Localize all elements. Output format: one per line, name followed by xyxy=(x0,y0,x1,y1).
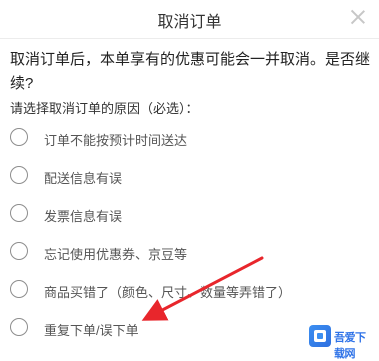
radio-button[interactable] xyxy=(10,318,28,336)
reason-option-wrong-item[interactable]: 商品买错了（颜色、尺寸、数量等弄错了） xyxy=(8,274,368,308)
reason-label: 商品买错了（颜色、尺寸、数量等弄错了） xyxy=(44,285,292,300)
reason-label: 订单不能按预计时间送达 xyxy=(44,133,188,148)
confirm-message: 取消订单后，本单享有的优惠可能会一并取消。是否继续? xyxy=(10,51,371,92)
radio-button[interactable] xyxy=(10,128,28,146)
reason-label: 忘记使用优惠券、京豆等 xyxy=(44,247,188,262)
radio-button[interactable] xyxy=(10,280,28,298)
radio-button[interactable] xyxy=(10,204,28,222)
watermark-icon xyxy=(309,325,331,347)
dialog-header: 取消订单 xyxy=(0,0,379,39)
reason-label: 发票信息有误 xyxy=(44,209,123,224)
reason-option-delivery-info-wrong[interactable]: 配送信息有误 xyxy=(8,160,368,194)
close-icon[interactable] xyxy=(349,8,367,26)
dialog-title: 取消订单 xyxy=(157,14,222,31)
reason-hint: 请选择取消订单的原因（必选）： xyxy=(10,101,199,116)
radio-button[interactable] xyxy=(10,242,28,260)
reason-option-invoice-info-wrong[interactable]: 发票信息有误 xyxy=(8,198,368,232)
watermark-logo: 吾爱下载网 xyxy=(309,325,371,360)
reason-label: 配送信息有误 xyxy=(44,171,123,186)
watermark-text: 吾爱下载网 xyxy=(334,332,366,360)
reason-option-late-delivery[interactable]: 订单不能按预计时间送达 xyxy=(8,122,368,156)
radio-button[interactable] xyxy=(10,166,28,184)
reason-option-forgot-coupon[interactable]: 忘记使用优惠券、京豆等 xyxy=(8,236,368,270)
cancel-order-dialog: 取消订单 取消订单后，本单享有的优惠可能会一并取消。是否继续? 请选择取消订单的… xyxy=(0,0,379,355)
reason-label: 重复下单/误下单 xyxy=(44,323,139,338)
